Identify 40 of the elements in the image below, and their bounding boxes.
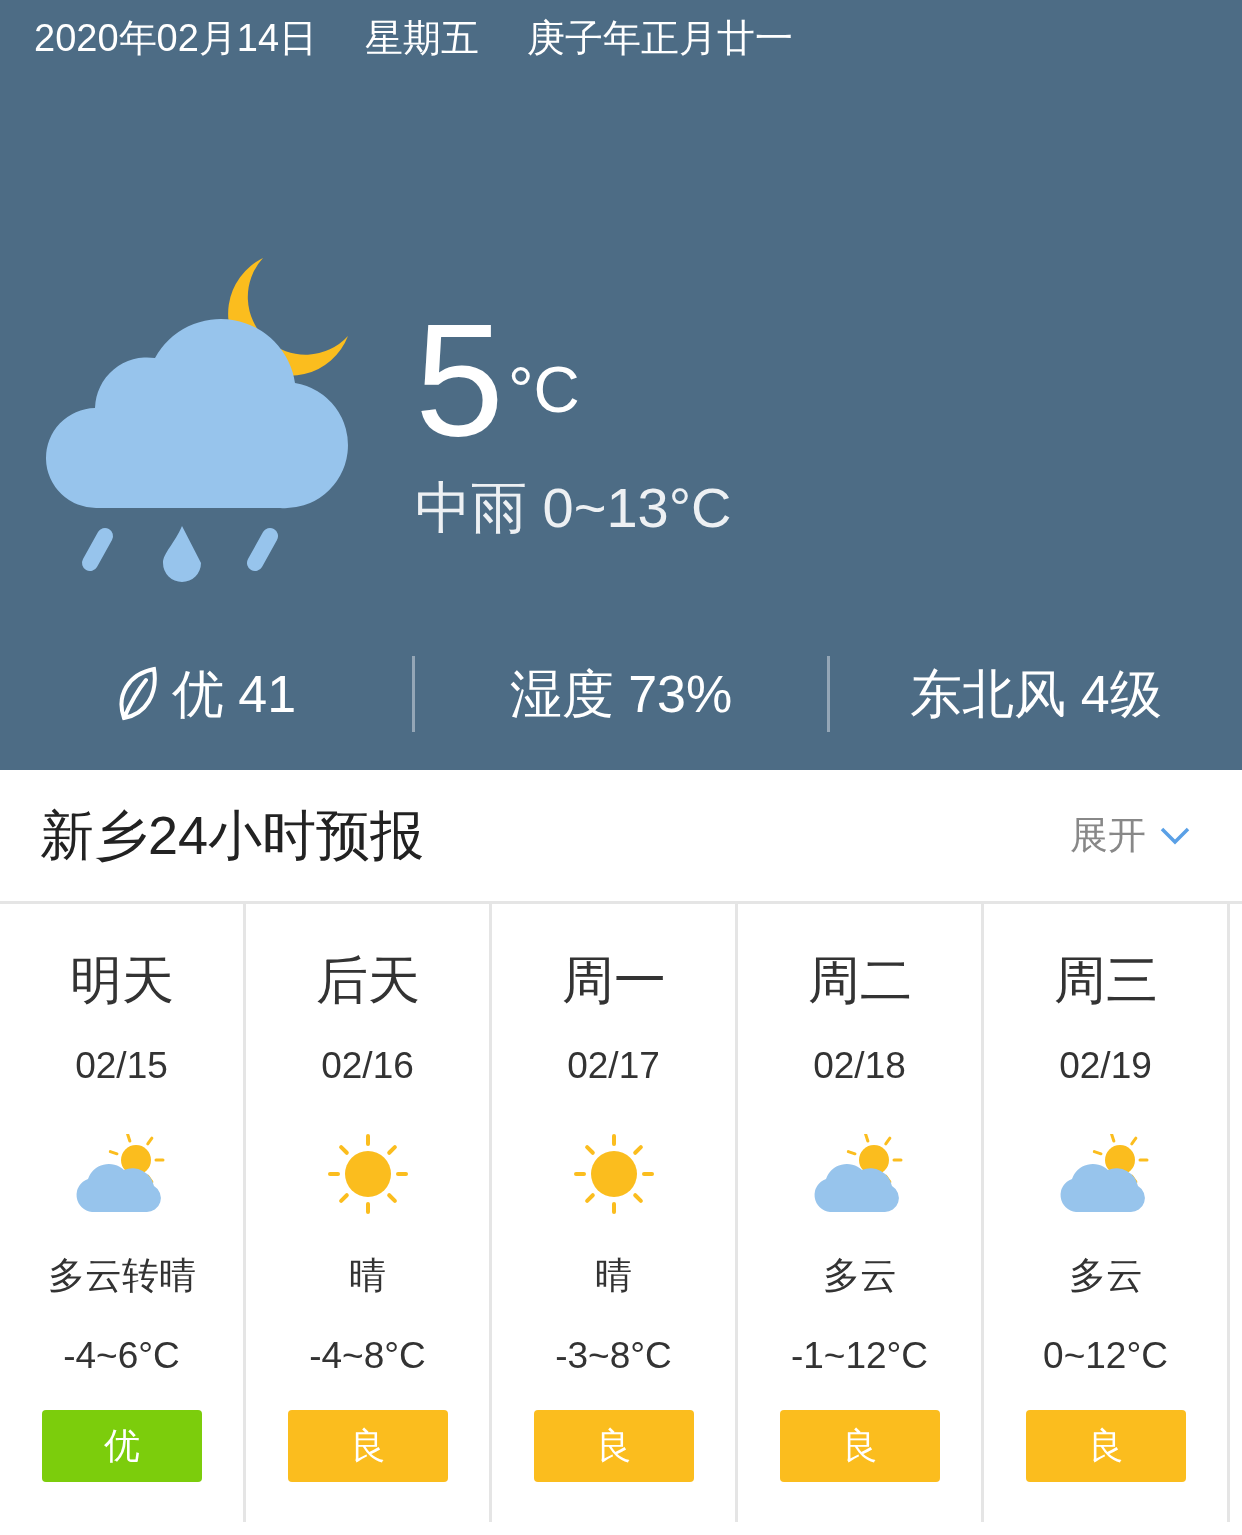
day-name: 后天 [315,950,420,1010]
temperature: 5 [415,300,504,460]
stat-text: 优 41 [171,664,297,724]
temperature-range: -3~8°C [555,1334,672,1378]
day-name: 周二 [807,950,912,1010]
day-name: 周一 [561,950,666,1010]
aqi-badge: 良 [533,1410,694,1482]
forecast-title: 新乡24小时预报 [40,804,425,867]
sun-icon [325,1132,410,1216]
weekday-text: 星期五 [365,16,480,61]
temperature-range: -4~8°C [309,1334,426,1378]
temperature-range: -1~12°C [790,1334,929,1378]
date-text: 02/16 [321,1044,414,1088]
stat-text: 东北风 4级 [910,664,1162,724]
temperature-unit: °C [508,358,580,422]
chevron-down-icon [1160,826,1190,845]
day-name: 周三 [1053,950,1158,1010]
weather-summary: 中雨 0~13°C [415,476,732,540]
date-text: 2020年02月14日 [34,16,318,61]
condition-text: 晴 [349,1254,386,1298]
day-name: 明天 [69,950,174,1010]
aqi-badge: 良 [287,1410,448,1482]
date-text: 02/18 [813,1044,906,1088]
temperature-range: 0~12°C [1043,1334,1168,1378]
sun-icon [571,1132,656,1216]
date-text: 02/15 [75,1044,168,1088]
temperature-range: -4~6°C [63,1334,180,1378]
aqi-badge: 优 [41,1410,202,1482]
condition-text: 多云 [822,1254,897,1298]
aqi-badge: 良 [1025,1410,1186,1482]
date-text: 02/19 [1059,1044,1152,1088]
condition-text: 多云转晴 [47,1254,196,1298]
expand-button[interactable]: 展开 [1070,807,1190,864]
condition-text: 晴 [595,1254,632,1298]
date-text: 02/17 [567,1044,660,1088]
condition-text: 多云 [1068,1254,1143,1298]
lunar-date: 庚子年正月廿一 [527,16,794,61]
rain-moon-icon [45,257,350,583]
aqi-badge: 良 [779,1410,940,1482]
stat-text: 湿度 73% [509,664,733,724]
